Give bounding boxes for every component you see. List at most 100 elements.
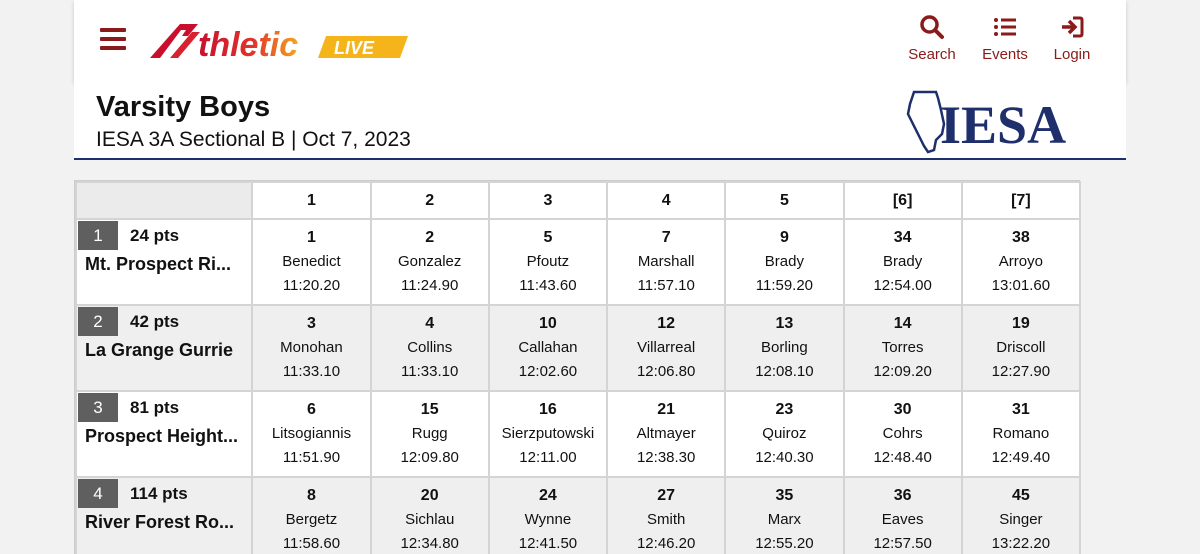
runner-name: Brady [764, 253, 804, 270]
team-cell[interactable]: 2 42 pts La Grange Gurrie [77, 306, 252, 390]
runner-time: 12:09.80 [400, 449, 459, 466]
runner-cell[interactable]: 36 Eaves 12:57.50 [844, 478, 961, 554]
team-cell[interactable]: 4 114 pts River Forest Ro... [77, 478, 252, 554]
runner-cell[interactable]: 35 Marx 12:55.20 [726, 478, 843, 554]
runner-name: Singer [999, 511, 1043, 528]
runner-cell[interactable]: 30 Cohrs 12:48.40 [844, 392, 961, 476]
runner-place: 8 [307, 487, 316, 504]
runner-place: 36 [893, 487, 912, 504]
runner-name: Smith [646, 511, 686, 528]
runner-place: 34 [893, 229, 912, 246]
team-points: 42 pts [130, 312, 180, 331]
runner-place: 16 [539, 401, 557, 418]
column-header: 5 [726, 183, 843, 218]
runner-time: 12:49.40 [991, 449, 1051, 466]
runner-time: 11:24.90 [401, 277, 459, 294]
runner-cell[interactable]: 19 Driscoll 12:27.90 [962, 306, 1079, 390]
runner-cell[interactable]: 10 Callahan 12:02.60 [489, 306, 607, 390]
runner-name: Collins [407, 339, 453, 356]
search-nav-item[interactable]: Search [897, 14, 967, 63]
events-nav-item[interactable]: Events [970, 14, 1040, 63]
runner-cell[interactable]: 6 Litsogiannis 11:51.90 [253, 392, 370, 476]
svg-text:IESA: IESA [940, 95, 1066, 154]
corner-cell [77, 183, 252, 218]
runner-name: Cohrs [882, 425, 923, 442]
runner-name: Quiroz [762, 425, 807, 442]
runner-time: 12:27.90 [991, 363, 1051, 380]
runner-cell[interactable]: 20 Sichlau 12:34.80 [371, 478, 488, 554]
team-row[interactable]: 3 81 pts Prospect Height... 6 Litsogiannis 11… [77, 392, 1079, 476]
team-row[interactable]: 2 42 pts La Grange Gurrie 3 Monohan 11:33.10 4… [77, 306, 1079, 390]
athletic-live-logo[interactable]: thletic LIVE [148, 18, 410, 64]
runner-cell[interactable]: 3 Monohan 11:33.10 [253, 306, 370, 390]
runner-cell[interactable]: 27 Smith 12:46.20 [608, 478, 725, 554]
runner-place: 27 [657, 487, 676, 504]
runner-cell[interactable]: 34 Brady 12:54.00 [844, 220, 961, 304]
runner-time: 12:55.20 [755, 535, 814, 552]
column-header: 4 [608, 183, 725, 218]
team-row[interactable]: 4 114 pts River Forest Ro... 8 Bergetz 11:58.… [77, 478, 1079, 554]
runner-cell[interactable]: 7 Marshall 11:57.10 [608, 220, 725, 304]
runner-name: Wynne [524, 511, 572, 528]
team-name[interactable]: Prospect Height... [85, 426, 245, 447]
runner-cell[interactable]: 24 Wynne 12:41.50 [489, 478, 607, 554]
runner-time: 11:20.20 [282, 277, 341, 294]
runner-cell[interactable]: 14 Torres 12:09.20 [844, 306, 961, 390]
menu-icon[interactable] [100, 28, 126, 50]
login-nav-item[interactable]: Login [1037, 14, 1107, 63]
team-name[interactable]: Mt. Prospect Ri... [85, 254, 245, 275]
runner-cell[interactable]: 21 Altmayer 12:38.30 [608, 392, 725, 476]
runner-place: 30 [893, 401, 912, 418]
team-place-badge: 3 [78, 393, 118, 422]
team-row[interactable]: 1 24 pts Mt. Prospect Ri... 1 Benedict 11:20.… [77, 220, 1079, 304]
runner-cell[interactable]: 8 Bergetz 11:58.60 [253, 478, 370, 554]
runner-place: 9 [779, 229, 789, 246]
runner-name: Arroyo [998, 253, 1043, 270]
runner-name: Gonzalez [398, 253, 462, 270]
runner-cell[interactable]: 1 Benedict 11:20.20 [253, 220, 370, 304]
runner-name: Torres [881, 339, 924, 356]
runner-place: 5 [543, 229, 553, 246]
runner-place: 4 [425, 315, 435, 332]
runner-name: Marx [767, 511, 802, 528]
runner-cell[interactable]: 9 Brady 11:59.20 [726, 220, 843, 304]
runner-cell[interactable]: 45 Singer 13:22.20 [962, 478, 1079, 554]
runner-time: 11:59.20 [755, 277, 814, 294]
runner-name: Romano [992, 425, 1050, 442]
team-points: 24 pts [130, 226, 180, 245]
runner-place: 10 [539, 315, 557, 332]
team-place-badge: 4 [78, 479, 118, 508]
runner-cell[interactable]: 38 Arroyo 13:01.60 [962, 220, 1079, 304]
runner-time: 12:57.50 [873, 535, 932, 552]
runner-name: Pfoutz [526, 253, 570, 270]
runner-place: 7 [661, 229, 671, 246]
runner-cell[interactable]: 5 Pfoutz 11:43.60 [489, 220, 607, 304]
team-cell[interactable]: 3 81 pts Prospect Height... [77, 392, 252, 476]
team-name[interactable]: La Grange Gurrie [85, 340, 245, 361]
team-place-badge: 1 [78, 221, 118, 250]
team-cell[interactable]: 1 24 pts Mt. Prospect Ri... [77, 220, 252, 304]
runner-cell[interactable]: 16 Sierzputowski 12:11.00 [489, 392, 607, 476]
runner-name: Marshall [637, 253, 695, 270]
runner-place: 31 [1011, 401, 1030, 418]
runner-name: Borling [761, 339, 808, 356]
runner-time: 12:38.30 [636, 449, 696, 466]
runner-cell[interactable]: 2 Gonzalez 11:24.90 [371, 220, 488, 304]
team-points: 81 pts [130, 398, 180, 417]
column-header: 3 [489, 183, 607, 218]
runner-place: 21 [657, 401, 676, 418]
runner-cell[interactable]: 13 Borling 12:08.10 [726, 306, 843, 390]
runner-cell[interactable]: 12 Villarreal 12:06.80 [608, 306, 725, 390]
runner-cell[interactable]: 31 Romano 12:49.40 [962, 392, 1079, 476]
runner-place: 13 [775, 315, 794, 332]
runner-cell[interactable]: 15 Rugg 12:09.80 [371, 392, 488, 476]
runner-name: Sierzputowski [501, 425, 595, 442]
runner-cell[interactable]: 23 Quiroz 12:40.30 [726, 392, 843, 476]
event-header: Varsity Boys IESA 3A Sectional B | Oct 7… [74, 82, 1126, 160]
runner-cell[interactable]: 4 Collins 11:33.10 [371, 306, 488, 390]
team-name[interactable]: River Forest Ro... [85, 512, 245, 533]
runner-place: 45 [1011, 487, 1030, 504]
top-navbar: thletic LIVE Search Events Login [74, 0, 1126, 82]
runner-time: 11:57.10 [637, 277, 695, 294]
runner-place: 24 [539, 487, 557, 504]
